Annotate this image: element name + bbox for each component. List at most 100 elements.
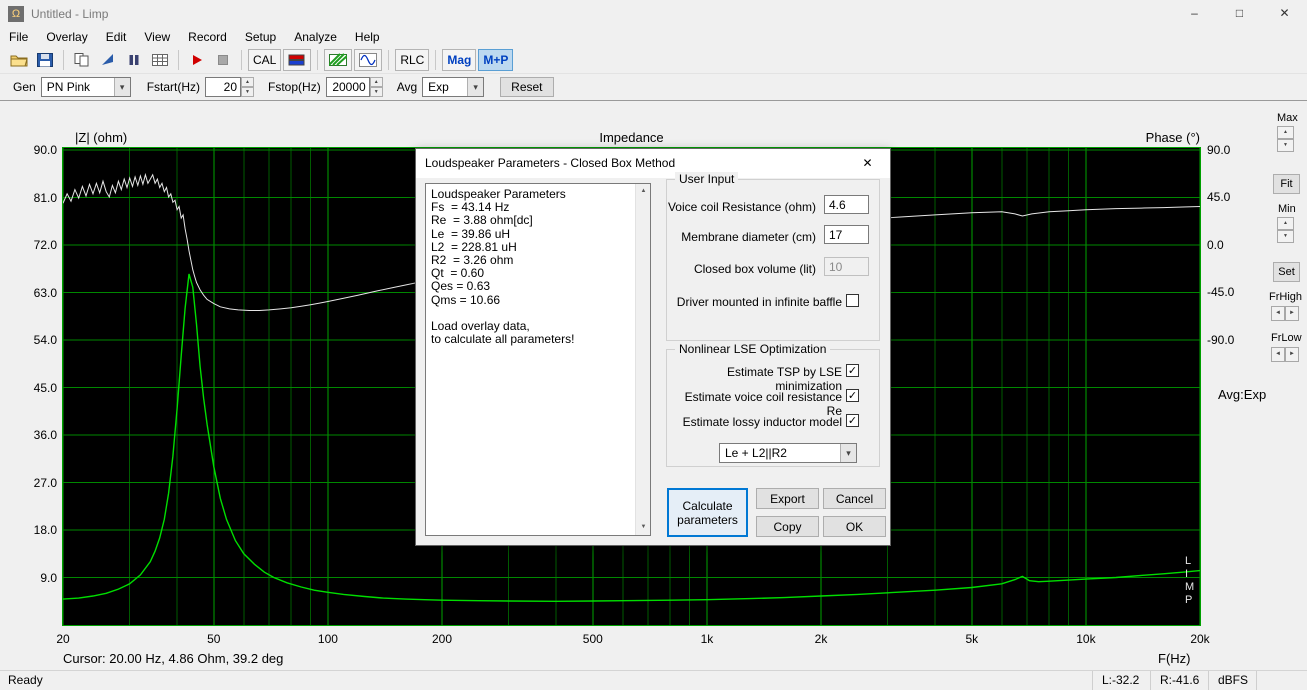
menu-view[interactable]: View bbox=[135, 27, 179, 47]
signal-generator-button[interactable] bbox=[354, 49, 382, 71]
record-button[interactable] bbox=[185, 49, 209, 71]
annotate-button[interactable] bbox=[96, 49, 120, 71]
x-axis-tick: 1k bbox=[701, 632, 714, 646]
frhigh-spinner[interactable]: ◄ ► bbox=[1271, 306, 1299, 321]
z-axis-tick: 90.0 bbox=[19, 143, 57, 157]
cancel-button[interactable]: Cancel bbox=[823, 488, 886, 509]
spin-left-icon[interactable]: ◄ bbox=[1271, 347, 1285, 362]
copy-button[interactable] bbox=[70, 49, 94, 71]
dialog-close-icon[interactable]: ✕ bbox=[845, 149, 890, 178]
x-axis-tick: 20k bbox=[1190, 632, 1209, 646]
spin-down-icon[interactable]: ▼ bbox=[241, 87, 254, 97]
closed-box-volume-input bbox=[824, 257, 869, 276]
green-stripes-icon bbox=[329, 53, 347, 67]
menu-help[interactable]: Help bbox=[346, 27, 389, 47]
z-axis-tick: 63.0 bbox=[19, 286, 57, 300]
fstart-spinner[interactable]: ▲▼ bbox=[241, 77, 254, 97]
menu-file[interactable]: File bbox=[0, 27, 37, 47]
fstop-input[interactable] bbox=[326, 77, 370, 97]
estimate-inductor-checkbox[interactable]: ✓ bbox=[846, 414, 859, 427]
set-button[interactable]: Set bbox=[1273, 262, 1300, 282]
chevron-down-icon[interactable]: ▾ bbox=[467, 78, 483, 96]
toolbar-separator bbox=[435, 50, 436, 70]
inductor-model-combobox[interactable]: Le + L2||R2 ▾ bbox=[719, 443, 857, 463]
parameters-listbox[interactable]: Loudspeaker Parameters Fs = 43.14 Hz Re … bbox=[425, 183, 651, 536]
min-spinner[interactable]: ▲ ▼ bbox=[1277, 217, 1294, 243]
frlow-spinner[interactable]: ◄ ► bbox=[1271, 347, 1299, 362]
spin-up-icon[interactable]: ▲ bbox=[241, 77, 254, 87]
copy-button[interactable]: Copy bbox=[756, 516, 819, 537]
x-axis-tick: 200 bbox=[432, 632, 452, 646]
ok-button[interactable]: OK bbox=[823, 516, 886, 537]
chevron-down-icon[interactable]: ▾ bbox=[840, 444, 856, 462]
max-spinner[interactable]: ▲ ▼ bbox=[1277, 126, 1294, 152]
menu-analyze[interactable]: Analyze bbox=[285, 27, 346, 47]
voice-coil-resistance-input[interactable] bbox=[824, 195, 869, 214]
spectrum-button[interactable] bbox=[324, 49, 352, 71]
spin-up-icon[interactable]: ▲ bbox=[1277, 126, 1294, 139]
membrane-diameter-label: Membrane diameter (cm) bbox=[666, 230, 816, 244]
fstart-label: Fstart(Hz) bbox=[147, 80, 200, 94]
maximize-icon[interactable]: □ bbox=[1217, 0, 1262, 27]
pause-button[interactable] bbox=[122, 49, 146, 71]
estimate-re-label: Estimate voice coil resistance Re bbox=[666, 390, 842, 418]
spin-left-icon[interactable]: ◄ bbox=[1271, 306, 1285, 321]
close-icon[interactable]: ✕ bbox=[1262, 0, 1307, 27]
calculate-parameters-button[interactable]: Calculate parameters bbox=[667, 488, 748, 537]
menu-edit[interactable]: Edit bbox=[97, 27, 136, 47]
limp-watermark: I bbox=[1185, 568, 1188, 580]
spin-down-icon[interactable]: ▼ bbox=[1277, 230, 1294, 243]
x-axis-tick: 100 bbox=[318, 632, 338, 646]
x-axis-tick: 20 bbox=[56, 632, 69, 646]
spin-up-icon[interactable]: ▲ bbox=[1277, 217, 1294, 230]
pause-icon bbox=[127, 53, 141, 67]
rlc-button[interactable]: RLC bbox=[395, 49, 429, 71]
estimate-tsp-checkbox[interactable]: ✓ bbox=[846, 364, 859, 377]
spin-down-icon[interactable]: ▼ bbox=[1277, 139, 1294, 152]
infinite-baffle-checkbox[interactable] bbox=[846, 294, 859, 307]
generator-type-combobox[interactable]: PN Pink ▾ bbox=[41, 77, 131, 97]
chart-title: Impedance bbox=[63, 130, 1200, 145]
membrane-diameter-input[interactable] bbox=[824, 225, 869, 244]
menu-setup[interactable]: Setup bbox=[236, 27, 285, 47]
calibrate-button[interactable]: CAL bbox=[248, 49, 281, 71]
table-button[interactable] bbox=[148, 49, 172, 71]
magnitude-view-button[interactable]: Mag bbox=[442, 49, 476, 71]
toolbar-separator bbox=[178, 50, 179, 70]
window-title: Untitled - Limp bbox=[31, 7, 108, 21]
menu-overlay[interactable]: Overlay bbox=[37, 27, 96, 47]
listbox-scrollbar[interactable]: ▲ ▼ bbox=[635, 184, 650, 535]
spin-right-icon[interactable]: ► bbox=[1285, 347, 1299, 362]
toolbar: CAL RLC Mag M+P bbox=[0, 47, 1307, 74]
limp-watermark: P bbox=[1185, 594, 1192, 606]
x-axis-unit: F(Hz) bbox=[1158, 651, 1191, 666]
z-axis-tick: 18.0 bbox=[19, 523, 57, 537]
spin-right-icon[interactable]: ► bbox=[1285, 306, 1299, 321]
dialog-titlebar[interactable]: Loudspeaker Parameters - Closed Box Meth… bbox=[416, 149, 890, 178]
minimize-icon[interactable]: – bbox=[1172, 0, 1217, 27]
fit-button[interactable]: Fit bbox=[1273, 174, 1300, 194]
averaging-combobox[interactable]: Exp ▾ bbox=[422, 77, 484, 97]
fstop-spinner[interactable]: ▲▼ bbox=[370, 77, 383, 97]
scroll-down-icon[interactable]: ▼ bbox=[636, 520, 651, 535]
menu-record[interactable]: Record bbox=[179, 27, 236, 47]
magnitude-phase-view-button[interactable]: M+P bbox=[478, 49, 513, 71]
save-button[interactable] bbox=[33, 49, 57, 71]
spin-up-icon[interactable]: ▲ bbox=[370, 77, 383, 87]
export-button[interactable]: Export bbox=[756, 488, 819, 509]
fstart-input[interactable] bbox=[205, 77, 241, 97]
chevron-down-icon[interactable]: ▾ bbox=[114, 78, 130, 96]
open-button[interactable] bbox=[7, 49, 31, 71]
reset-button[interactable]: Reset bbox=[500, 77, 553, 97]
closed-box-volume-label: Closed box volume (lit) bbox=[666, 262, 816, 276]
stop-button[interactable] bbox=[211, 49, 235, 71]
table-icon bbox=[152, 53, 168, 67]
scroll-up-icon[interactable]: ▲ bbox=[636, 184, 651, 199]
estimate-re-checkbox[interactable]: ✓ bbox=[846, 389, 859, 402]
pen-flag-icon bbox=[100, 53, 116, 67]
channel-levels-button[interactable] bbox=[283, 49, 311, 71]
phase-axis-tick: 0.0 bbox=[1207, 238, 1224, 252]
app-icon: Ω bbox=[8, 6, 24, 22]
menubar: File Overlay Edit View Record Setup Anal… bbox=[0, 27, 1307, 47]
spin-down-icon[interactable]: ▼ bbox=[370, 87, 383, 97]
